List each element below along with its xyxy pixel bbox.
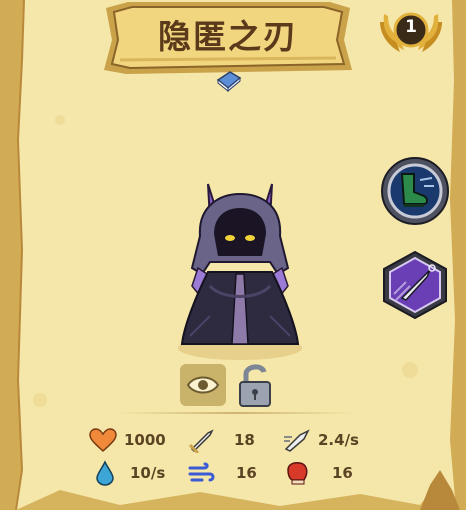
- speed-sword-icon: [284, 429, 310, 452]
- hero-info-panel: 隐匿之刃 1 1000 18 2.4/s 10/s 16 16: [0, 0, 466, 510]
- skill-boots-button[interactable]: [380, 156, 450, 226]
- boxing-glove-icon: [287, 462, 308, 485]
- hero-name-title: 隐匿之刃: [158, 17, 298, 56]
- unlock-button[interactable]: [234, 362, 280, 410]
- stats-divider: [118, 412, 354, 414]
- sword-icon: [188, 429, 214, 453]
- heart-icon: [89, 428, 117, 453]
- stat-speed-value: 16: [236, 464, 257, 482]
- stat-armor-value: 16: [332, 464, 353, 482]
- stat-regen: 10/s: [92, 460, 165, 486]
- stat-health-value: 1000: [124, 431, 166, 449]
- stat-attack-value: 18: [234, 431, 255, 449]
- stat-speed: 16: [186, 460, 257, 486]
- hero-level: 1: [405, 17, 417, 37]
- hero-portrait: [178, 183, 302, 360]
- stat-armor: 16: [282, 460, 353, 486]
- stat-attack-speed: 2.4/s: [282, 427, 359, 453]
- toggle-view-button[interactable]: [180, 364, 226, 406]
- skill-kunai-button[interactable]: [380, 250, 450, 320]
- eye-icon: [186, 376, 220, 394]
- stat-attack-speed-value: 2.4/s: [318, 431, 359, 449]
- water-drop-icon: [96, 460, 114, 486]
- stat-attack: 18: [186, 427, 255, 453]
- stat-health: 1000: [88, 427, 166, 453]
- book-icon[interactable]: [216, 70, 242, 92]
- open-padlock-icon: [239, 364, 271, 407]
- wind-icon: [188, 462, 215, 482]
- stat-regen-value: 10/s: [130, 464, 166, 482]
